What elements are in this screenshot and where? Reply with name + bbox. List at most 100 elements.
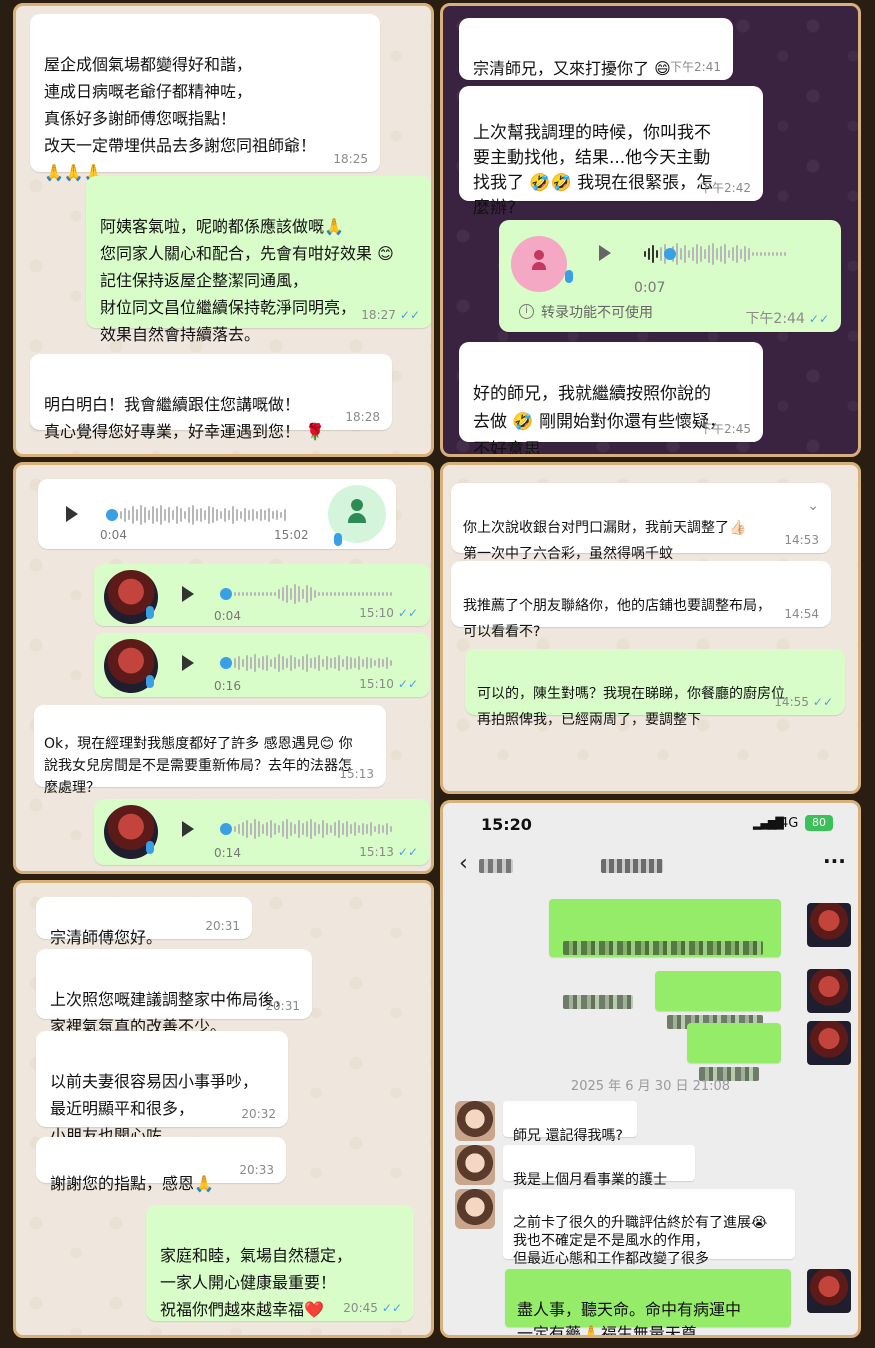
read-receipt-icon: ✓✓ (397, 845, 418, 859)
chat-panel-5: 宗清師傅您好。 20:31 上次照您嘅建議調整家中佈局後， 家裡氣氛真的改善不少… (13, 880, 434, 1338)
message-text: 盡人事，聽天命。命中有病運中 一定有藥🙏福生無量天尊 (517, 1300, 742, 1338)
voice-duration: 0:16 (214, 679, 241, 693)
message-bubble[interactable]: 好的師兄，我就繼續按照你說的 去做 🤣 剛開始對你還有些懷疑， 不好意思 下午2… (459, 342, 763, 454)
more-options-icon[interactable]: ··· (823, 849, 846, 873)
message-bubble[interactable]: 師兄 還記得我嗎? (503, 1101, 637, 1144)
message-time: 15:10 (359, 677, 394, 691)
message-text: 你上次說收銀台对門口漏財，我前天調整了👍🏻 第一次中了六合彩，虽然得㖞千蚊 (463, 520, 747, 562)
waveform (234, 816, 392, 842)
message-bubble[interactable]: 阿姨客氣啦，呢啲都係應該做嘅🙏 您同家人關心和配合，先會有咁好效果 😊 記住保持… (86, 176, 431, 344)
message-bubble[interactable]: 家庭和睦，氣場自然穩定， 一家人開心健康最重要！ 祝福你們越來越幸福❤️ 20:… (146, 1205, 414, 1321)
battery-level: 80 (812, 816, 826, 829)
message-time: 下午2:44 (745, 311, 805, 327)
message-time: 18:25 (333, 152, 368, 166)
message-text: 好的師兄，我就繼續按照你說的 去做 🤣 剛開始對你還有些懷疑， 不好意思 (473, 384, 726, 457)
play-icon[interactable] (182, 655, 194, 671)
sender-avatar (807, 969, 851, 1013)
sender-avatar (807, 1021, 851, 1065)
voice-duration: 0:04 (100, 528, 127, 542)
status-bar: 15:20 ▂▄▆█ 4G 80 (443, 803, 858, 847)
mic-icon (146, 606, 154, 619)
message-bubble[interactable]: 屋企成個氣場都變得好和諧， 連成日病嘅老爺仔都精神咗， 真係好多謝師傅您嘅指點！… (30, 14, 380, 182)
message-time: 20:32 (241, 1107, 276, 1121)
message-text: 宗清師兄，又來打擾你了 😄 (473, 59, 671, 78)
playback-position[interactable] (664, 248, 676, 260)
message-time: 20:31 (205, 919, 240, 933)
person-icon (348, 499, 366, 527)
voice-message[interactable]: 0:04 15:10 ✓✓ (94, 564, 430, 626)
message-bubble[interactable]: 上次幫我調理的時候，你叫我不 要主動找他，结果...他今天主動 找我了 🤣🤣 我… (459, 86, 763, 218)
playback-position[interactable] (106, 509, 118, 521)
mic-icon (334, 533, 342, 546)
battery-icon: 80 (805, 815, 833, 831)
person-icon (532, 250, 546, 272)
read-receipt-icon: ✓✓ (397, 606, 418, 620)
waveform (120, 502, 286, 528)
message-text: 可以的，陳生對嗎？我現在睇睇，你餐廳的廚房位 再拍照俾我，已經兩周了，要調整下 (477, 686, 785, 728)
message-bubble[interactable]: 宗清師傅您好。 20:31 (36, 897, 252, 947)
message-text: Ok，現在經理對我態度都好了許多 感恩遇見😊 你 說我女兒房間是不是需要重新佈局… (44, 736, 353, 796)
message-bubble[interactable]: 宗清師兄，又來打擾你了 😄 下午2:41 (459, 18, 733, 80)
playback-position[interactable] (220, 823, 232, 835)
voice-message[interactable]: 0:04 15:02 (38, 479, 396, 549)
voice-message[interactable]: 0:16 15:10 ✓✓ (94, 633, 430, 697)
message-bubble[interactable]: 盡人事，聽天命。命中有病運中 一定有藥🙏福生無量天尊 (505, 1269, 791, 1335)
voice-duration: 0:07 (634, 280, 666, 296)
message-time: 20:33 (239, 1163, 274, 1177)
message-text: 屋企成個氣場都變得好和諧， 連成日病嘅老爺仔都精神咗， 真係好多謝師傅您嘅指點！… (44, 55, 317, 182)
status-clock: 15:20 (481, 815, 532, 834)
message-bubble[interactable]: 你上次說收銀台对門口漏財，我前天調整了👍🏻 第一次中了六合彩，虽然得㖞千蚊 ⌄ … (451, 483, 831, 562)
message-time: 14:53 (784, 533, 819, 547)
message-time: 15:02 (274, 528, 309, 542)
message-bubble[interactable]: 上次照您嘅建議調整家中佈局後， 家裡氣氛真的改善不少。 20:31 (36, 949, 312, 1036)
chat-panel-1: 屋企成個氣場都變得好和諧， 連成日病嘅老爺仔都精神咗， 真係好多謝師傅您嘅指點！… (13, 3, 434, 457)
mic-icon (146, 675, 154, 688)
message-bubble[interactable]: 我推薦了个朋友聯絡你，他的店鋪也要調整布局， 可以看看不? 14:54 (451, 561, 831, 640)
back-icon[interactable]: ‹ (459, 851, 468, 876)
blurred-message-bubble[interactable] (549, 899, 781, 1009)
message-bubble[interactable]: 可以的，陳生對嗎？我現在睇睇，你餐廳的廚房位 再拍照俾我，已經兩周了，要調整下 … (465, 649, 845, 728)
sender-avatar (807, 1269, 851, 1313)
message-time: 20:45 (343, 1301, 378, 1315)
message-text: 謝謝您的指點，感恩🙏 (50, 1174, 214, 1193)
voice-duration: 0:04 (214, 609, 241, 623)
transcription-note: 转录功能不可使用 (541, 305, 653, 321)
chat-panel-6: 15:20 ▂▄▆█ 4G 80 ‹ ··· 2025 年 6 月 30 日 2… (440, 800, 861, 1338)
voice-message[interactable]: 0:07 i 转录功能不可使用 下午2:44 ✓✓ (499, 220, 841, 332)
message-text: 上次照您嘅建議調整家中佈局後， 家裡氣氛真的改善不少。 (50, 990, 291, 1036)
blurred-message-bubble[interactable] (655, 971, 781, 1029)
message-bubble[interactable]: 之前卡了很久的升職評估終於有了進展😭 我也不確定是不是風水的作用， 但最近心態和… (503, 1189, 795, 1267)
message-time: 14:54 (784, 607, 819, 621)
info-icon: i (519, 304, 534, 319)
read-receipt-icon: ✓✓ (808, 312, 829, 326)
read-receipt-icon: ✓✓ (381, 1301, 402, 1315)
contact-name-blurred (479, 859, 513, 873)
message-bubble[interactable]: 以前夫妻很容易因小事爭吵， 最近明顯平和很多， 小朋友也開心咗。 20:32 (36, 1031, 288, 1145)
message-time: 下午2:45 (700, 422, 751, 436)
playback-position[interactable] (220, 657, 232, 669)
play-icon[interactable] (182, 821, 194, 837)
message-time: 15:10 (359, 606, 394, 620)
chevron-down-icon[interactable]: ⌄ (807, 493, 819, 519)
message-bubble[interactable]: Ok，現在經理對我態度都好了許多 感恩遇見😊 你 說我女兒房間是不是需要重新佈局… (34, 705, 386, 796)
mic-icon (565, 270, 573, 283)
voice-message[interactable]: 0:14 15:13 ✓✓ (94, 799, 430, 865)
message-bubble[interactable]: 我是上個月看事業的護士 (503, 1145, 695, 1188)
voice-duration: 0:14 (214, 846, 241, 860)
play-icon[interactable] (66, 506, 78, 522)
read-receipt-icon: ✓✓ (397, 677, 418, 691)
play-icon[interactable] (182, 586, 194, 602)
message-text: 我是上個月看事業的護士 (513, 1172, 667, 1188)
message-text: 之前卡了很久的升職評估終於有了進展😭 我也不確定是不是風水的作用， 但最近心態和… (513, 1215, 768, 1267)
signal-icon: ▂▄▆█ (753, 817, 784, 830)
waveform (234, 581, 392, 607)
playback-position[interactable] (220, 588, 232, 600)
play-icon[interactable] (599, 245, 611, 261)
message-time: 18:27 (361, 308, 396, 322)
message-bubble[interactable]: 明白明白！我會繼續跟住您講嘅做！ 真心覺得您好專業，好幸運遇到您！ 🌹 18:2… (30, 354, 392, 441)
message-bubble[interactable]: 謝謝您的指點，感恩🙏 20:33 (36, 1137, 286, 1193)
contact-avatar (455, 1101, 495, 1141)
message-time: 18:28 (345, 410, 380, 424)
blurred-message-bubble[interactable] (687, 1023, 781, 1081)
message-text: 明白明白！我會繼續跟住您講嘅做！ 真心覺得您好專業，好幸運遇到您！ 🌹 (44, 395, 326, 441)
